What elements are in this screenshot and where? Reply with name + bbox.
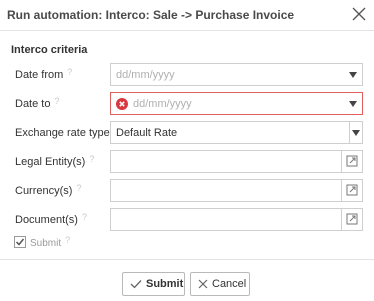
check-icon <box>130 279 142 292</box>
date-to-label: Date to? <box>15 96 59 110</box>
error-icon <box>116 98 128 110</box>
dialog-title: Run automation: Interco: Sale -> Purchas… <box>7 8 295 22</box>
help-icon[interactable]: ? <box>67 67 72 77</box>
submit-checkbox-label: Submit? <box>30 235 70 249</box>
cancel-button-label: Cancel <box>212 278 247 290</box>
legal-entities-field[interactable] <box>110 150 363 173</box>
submit-checkbox-label-text: Submit <box>30 238 62 249</box>
currencies-label-text: Currency(s) <box>15 185 73 197</box>
submit-button[interactable]: Submit <box>122 272 185 296</box>
help-icon[interactable]: ? <box>65 235 70 245</box>
help-icon[interactable]: ? <box>76 183 81 193</box>
exchange-rate-type-select[interactable]: Default Rate <box>110 121 363 144</box>
footer-divider <box>0 259 374 260</box>
dialog-titlebar: Run automation: Interco: Sale -> Purchas… <box>0 0 374 31</box>
help-icon[interactable]: ? <box>82 212 87 222</box>
section-title: Interco criteria <box>11 44 88 56</box>
dropdown-toggle[interactable] <box>349 122 362 143</box>
exchange-rate-type-label: Exchange rate type <box>15 127 110 139</box>
open-lookup-icon[interactable] <box>341 209 362 230</box>
date-from-field[interactable]: dd/mm/yyyy <box>110 63 363 86</box>
open-lookup-icon[interactable] <box>341 151 362 172</box>
date-from-label-text: Date from <box>15 69 64 81</box>
date-to-placeholder: dd/mm/yyyy <box>133 98 192 110</box>
help-icon[interactable]: ? <box>54 96 59 106</box>
cancel-button[interactable]: Cancel <box>190 272 250 296</box>
submit-checkbox[interactable] <box>14 236 26 248</box>
documents-label-text: Document(s) <box>15 214 78 226</box>
legal-entities-label-text: Legal Entity(s) <box>15 156 86 168</box>
chevron-down-icon[interactable] <box>349 101 357 107</box>
date-from-placeholder: dd/mm/yyyy <box>116 69 175 81</box>
close-icon <box>198 279 208 292</box>
exchange-rate-type-label-text: Exchange rate type <box>15 127 110 139</box>
date-from-label: Date from? <box>15 67 72 81</box>
close-icon[interactable] <box>350 5 368 23</box>
run-automation-dialog: Run automation: Interco: Sale -> Purchas… <box>0 0 374 301</box>
documents-label: Document(s)? <box>15 212 87 226</box>
chevron-down-icon <box>352 130 360 136</box>
chevron-down-icon[interactable] <box>349 72 357 78</box>
currencies-field[interactable] <box>110 179 363 202</box>
currencies-label: Currency(s)? <box>15 183 81 197</box>
help-icon[interactable]: ? <box>89 154 94 164</box>
open-lookup-icon[interactable] <box>341 180 362 201</box>
legal-entities-label: Legal Entity(s)? <box>15 154 94 168</box>
date-to-label-text: Date to <box>15 98 51 110</box>
submit-button-label: Submit <box>146 278 184 290</box>
documents-field[interactable] <box>110 208 363 231</box>
exchange-rate-type-value: Default Rate <box>116 127 178 139</box>
date-to-field[interactable]: dd/mm/yyyy <box>110 92 363 115</box>
